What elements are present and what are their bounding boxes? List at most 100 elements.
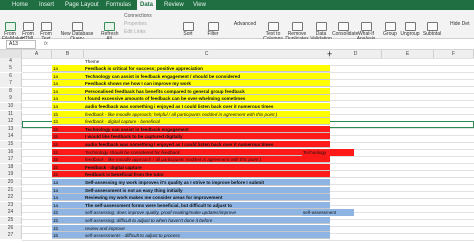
row-header[interactable]: 23 — [0, 201, 22, 209]
comment-cell[interactable]: Personalised feedback has benefits compa… — [84, 87, 330, 95]
theme-tag-cell[interactable]: Technology — [302, 148, 354, 156]
group-button[interactable]: Group — [383, 22, 397, 37]
row-header[interactable]: 5 — [0, 65, 22, 72]
comment-cell[interactable]: I would like feedback to be captured dig… — [84, 133, 330, 141]
row-header[interactable]: 10 — [0, 103, 22, 110]
row-header[interactable]: 6 — [0, 72, 22, 80]
comment-cell[interactable]: feedback is beneficial from the tutor — [84, 171, 330, 179]
row-header[interactable]: 21 — [0, 186, 22, 194]
code-cell[interactable]: 1a — [52, 72, 84, 80]
code-cell[interactable]: 1b — [52, 232, 84, 240]
code-cell[interactable]: 1b — [52, 118, 84, 126]
comment-cell[interactable]: Technology can assist in feedback engage… — [84, 125, 330, 133]
row-header[interactable]: 26 — [0, 224, 22, 232]
row-header[interactable]: 11 — [0, 110, 22, 118]
comment-cell[interactable]: review and improve — [84, 224, 330, 232]
row-header[interactable]: 24 — [0, 209, 22, 217]
code-cell[interactable]: 1a — [52, 95, 84, 103]
row-header[interactable]: 15 — [0, 141, 22, 148]
column-header-b[interactable]: B — [52, 50, 84, 58]
sort-button[interactable]: Sort — [181, 22, 195, 37]
code-cell[interactable]: 1b — [52, 156, 84, 164]
menu-page-layout[interactable]: Page Layout — [62, 0, 102, 10]
menu-home[interactable]: Home — [9, 0, 31, 10]
hide-detail-button[interactable]: Hide Det — [450, 22, 472, 27]
code-cell[interactable]: 1b — [52, 209, 84, 217]
comment-cell[interactable]: Self-assessing my work improves it's qua… — [84, 179, 330, 186]
row-header[interactable]: 7 — [0, 80, 22, 88]
connections-link[interactable]: Connections — [124, 13, 152, 19]
ungroup-button[interactable]: Ungroup — [400, 22, 420, 37]
row-header[interactable]: 12 — [0, 118, 22, 126]
comment-cell[interactable]: self-assessing: difficult to adjust to w… — [84, 217, 330, 224]
column-header-a[interactable]: A — [22, 50, 52, 58]
comment-cell[interactable]: The self-assessment forms were beneficia… — [84, 201, 330, 209]
code-cell[interactable]: 1b — [52, 171, 84, 179]
column-header-c[interactable]: C — [84, 50, 330, 58]
comment-cell[interactable]: Reviewing my work makes me consider area… — [84, 194, 330, 202]
code-cell[interactable]: 1b — [52, 163, 84, 171]
column-header-f[interactable]: F — [434, 50, 474, 58]
row-header[interactable]: 18 — [0, 163, 22, 171]
code-cell[interactable]: 1b — [52, 110, 84, 118]
properties-link[interactable]: Properties — [124, 21, 147, 27]
comment-cell[interactable]: Self-assessment is not an easy thing ini… — [84, 186, 330, 194]
menu-formulas[interactable]: Formulas — [103, 0, 134, 10]
comment-cell[interactable]: Technology can assist in feedback engage… — [84, 72, 330, 80]
comment-cell[interactable]: Feedback - digital capture — [84, 163, 330, 171]
subtotal-button[interactable]: Subtotal — [422, 22, 442, 37]
row-header[interactable]: 27 — [0, 232, 22, 240]
row-header[interactable]: 25 — [0, 217, 22, 224]
row-header[interactable]: 16 — [0, 148, 22, 156]
row-header[interactable]: 20 — [0, 179, 22, 186]
code-cell[interactable]: 1b — [52, 133, 84, 141]
edit-links-link[interactable]: Edit Links — [124, 29, 146, 35]
code-cell[interactable]: 1a — [52, 87, 84, 95]
code-cell[interactable]: 1a — [52, 103, 84, 110]
comment-cell[interactable]: feedback - digital capture - beneficial — [84, 118, 330, 126]
row-header[interactable]: 17 — [0, 156, 22, 164]
code-cell[interactable]: 1a — [52, 80, 84, 88]
row-header[interactable]: 14 — [0, 133, 22, 141]
menu-review[interactable]: Review — [161, 0, 187, 10]
theme-header-cell[interactable]: Theme — [84, 58, 330, 65]
code-cell[interactable]: 1a — [52, 65, 84, 72]
comment-cell[interactable]: Feedback shows me how I can improve my w… — [84, 80, 330, 88]
code-cell[interactable]: 1b — [52, 217, 84, 224]
comment-cell[interactable]: Technology should be considered for feed… — [84, 148, 330, 156]
row-header[interactable]: 9 — [0, 95, 22, 103]
comment-cell[interactable]: self-assessments - difficult to adjust t… — [84, 232, 330, 240]
code-cell[interactable]: 1a — [52, 186, 84, 194]
code-cell[interactable]: 1a — [52, 179, 84, 186]
code-cell[interactable]: 1b — [52, 141, 84, 148]
row-header[interactable]: 22 — [0, 194, 22, 202]
code-cell[interactable]: 1b — [52, 224, 84, 232]
theme-tag-cell[interactable]: self-assessment — [302, 209, 354, 217]
comment-cell[interactable]: feedback - like moodle approach / all pa… — [84, 156, 330, 164]
group-icon — [384, 22, 396, 31]
column-header-d[interactable]: D — [330, 50, 382, 58]
menu-data[interactable]: Data — [137, 0, 157, 10]
comment-cell[interactable]: self-assessing: does improve quality, pr… — [84, 209, 330, 217]
comment-cell[interactable]: I found excessive amounts of feedback ca… — [84, 95, 330, 103]
comment-cell[interactable]: audio feedback was something I enjoyed a… — [84, 141, 330, 148]
filter-button[interactable]: Filter — [205, 22, 221, 37]
column-header-e[interactable]: E — [382, 50, 434, 58]
advanced-button[interactable]: Advanced — [232, 22, 258, 27]
consolidate-button[interactable]: Consolidate — [332, 22, 358, 37]
comment-cell[interactable]: Feedback is critical for success; positi… — [84, 65, 330, 72]
code-cell[interactable]: 1b — [52, 125, 84, 133]
select-all-corner[interactable] — [0, 50, 22, 58]
row-header[interactable]: 8 — [0, 87, 22, 95]
row-header[interactable]: 19 — [0, 171, 22, 179]
row-header[interactable]: 4 — [0, 58, 22, 65]
comment-cell[interactable]: audio feedback was something i enjoyed a… — [84, 103, 330, 110]
comment-cell[interactable]: feedback - like moodle approach; helpful… — [84, 110, 330, 118]
code-cell[interactable]: 1a — [52, 194, 84, 202]
menu-view[interactable]: View — [190, 0, 209, 10]
code-cell[interactable]: 1b — [52, 148, 84, 156]
menu-insert[interactable]: Insert — [36, 0, 57, 10]
row-header[interactable]: 13 — [0, 125, 22, 133]
name-box[interactable]: A13 — [6, 40, 36, 49]
code-cell[interactable]: 1a — [52, 201, 84, 209]
